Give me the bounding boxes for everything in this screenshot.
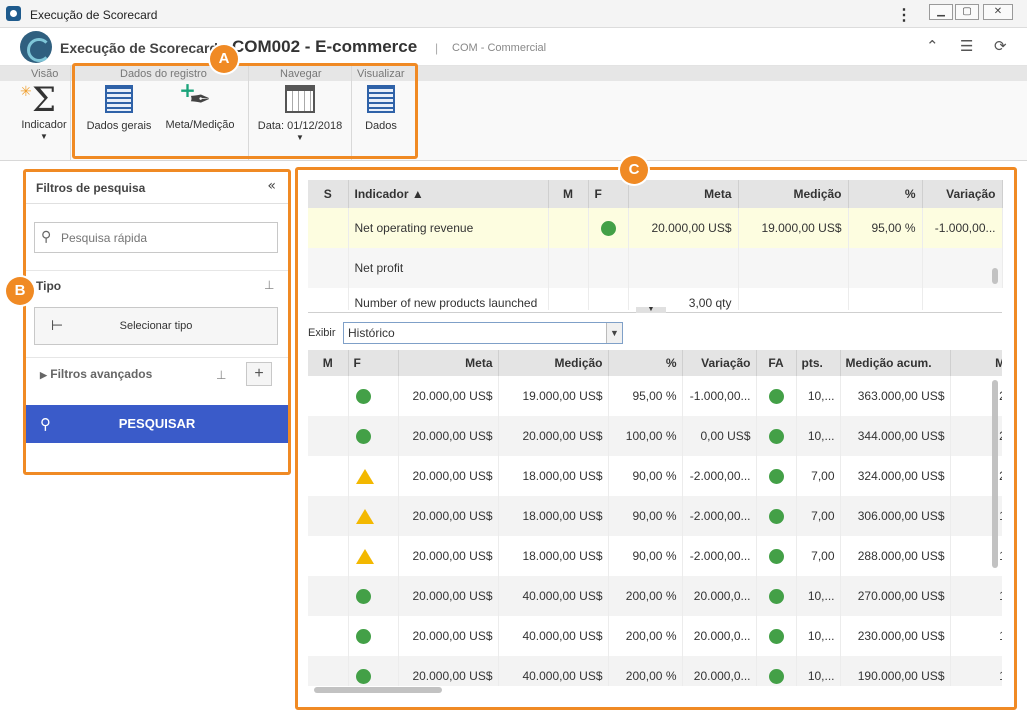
callout-b-frame xyxy=(23,169,291,475)
close-button[interactable]: ✕ xyxy=(983,4,1013,20)
window-title: Execução de Scorecard xyxy=(30,8,158,22)
collapse-up-icon[interactable]: ⌃ xyxy=(926,37,939,55)
group-label-visao: Visão xyxy=(31,68,59,80)
callout-a-badge: A xyxy=(210,45,238,73)
ribbon-divider xyxy=(70,66,71,161)
sigma-icon: Σ xyxy=(20,77,56,117)
window-titlebar: Execução de Scorecard ⋮ ▁ ▢ ✕ xyxy=(0,0,1027,28)
screen-header: Execução de Scorecard » COM002 - E-comme… xyxy=(0,28,1027,66)
callout-c-frame xyxy=(295,167,1017,710)
callout-a-frame xyxy=(72,63,418,159)
minimize-button[interactable]: ▁ xyxy=(929,4,953,20)
record-subtitle: COM - Commercial xyxy=(452,42,547,54)
record-title: COM002 - E-commerce xyxy=(232,37,418,56)
chevron-down-icon: ▼ xyxy=(40,132,48,141)
indicador-label: Indicador xyxy=(21,119,67,131)
refresh-icon[interactable]: ⟳ xyxy=(994,37,1007,55)
callout-c-badge: C xyxy=(620,156,648,184)
callout-b-badge: B xyxy=(6,277,34,305)
list-icon[interactable]: ☰ xyxy=(960,37,973,55)
kebab-menu-icon[interactable]: ⋮ xyxy=(896,5,912,25)
maximize-button[interactable]: ▢ xyxy=(955,4,979,20)
logo-icon xyxy=(20,31,52,63)
title-divider: | xyxy=(435,41,439,55)
app-icon xyxy=(6,6,21,21)
indicador-button[interactable]: Σ Indicador ▼ xyxy=(18,77,70,141)
screen-title: Execução de Scorecard xyxy=(60,40,218,56)
